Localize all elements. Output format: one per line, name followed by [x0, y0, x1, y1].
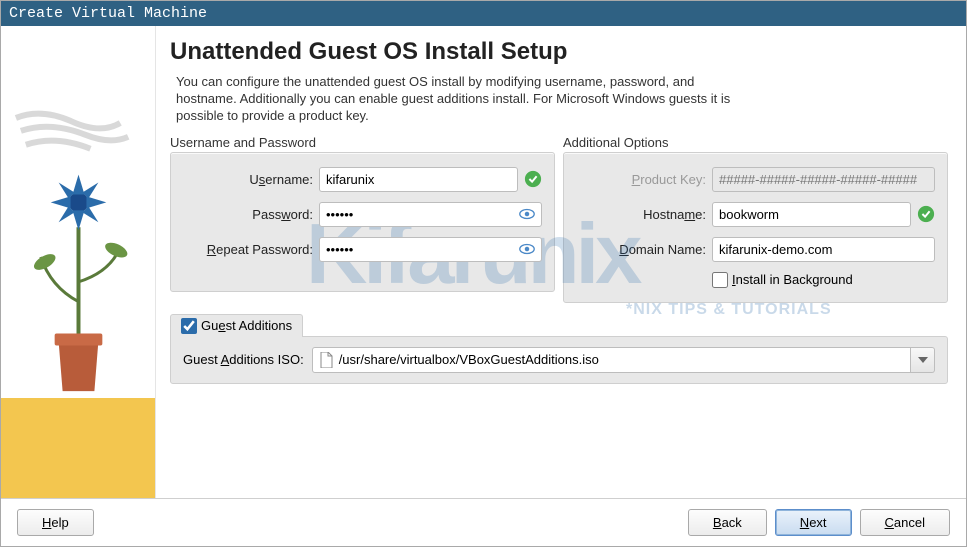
- create-vm-window: Create Virtual Machine: [0, 0, 967, 547]
- username-password-fieldset: Username: Password:: [170, 152, 555, 292]
- content-area: Kifarunix *NIX TIPS & TUTORIALS Unattend…: [1, 26, 966, 546]
- guest-additions-iso-label: Guest Additions ISO:: [183, 352, 304, 367]
- guest-additions-label[interactable]: Guest Additions: [201, 318, 292, 333]
- password-input[interactable]: [319, 202, 542, 227]
- flower-pot-illustration: [1, 26, 155, 498]
- additional-options-fieldset: Product Key: Hostname:: [563, 152, 948, 303]
- username-label: Username:: [183, 172, 313, 187]
- sidebar-illustration: [1, 26, 156, 498]
- reveal-password-icon[interactable]: [518, 205, 536, 223]
- guest-additions-section: Guest Additions Guest Additions ISO: /us…: [170, 313, 948, 384]
- hostname-input[interactable]: [712, 202, 911, 227]
- chevron-down-icon: [918, 357, 928, 363]
- file-icon: [319, 352, 333, 368]
- main-pane: Kifarunix *NIX TIPS & TUTORIALS Unattend…: [156, 26, 966, 498]
- domain-name-input[interactable]: [712, 237, 935, 262]
- password-label: Password:: [183, 207, 313, 222]
- guest-additions-iso-value: /usr/share/virtualbox/VBoxGuestAdditions…: [339, 352, 599, 367]
- cancel-button[interactable]: Cancel: [860, 509, 950, 536]
- next-button[interactable]: Next: [775, 509, 852, 536]
- repeat-password-label: Repeat Password:: [183, 242, 313, 257]
- guest-additions-iso-field[interactable]: /usr/share/virtualbox/VBoxGuestAdditions…: [312, 347, 911, 373]
- fieldsets-grid: Username and Password Username: Passwo: [170, 133, 948, 303]
- additional-options-legend: Additional Options: [563, 133, 948, 152]
- page-heading: Unattended Guest OS Install Setup: [170, 38, 948, 66]
- page-intro: You can configure the unattended guest O…: [170, 74, 750, 125]
- help-button[interactable]: Help: [17, 509, 94, 536]
- install-background-checkbox[interactable]: [712, 272, 728, 288]
- hostname-label: Hostname:: [576, 207, 706, 222]
- domain-name-label: Domain Name:: [576, 242, 706, 257]
- valid-check-icon: [524, 170, 542, 188]
- username-password-legend: Username and Password: [170, 133, 555, 152]
- window-title: Create Virtual Machine: [1, 1, 966, 26]
- product-key-label: Product Key:: [576, 172, 706, 187]
- top-pane: Kifarunix *NIX TIPS & TUTORIALS Unattend…: [1, 26, 966, 498]
- username-input[interactable]: [319, 167, 518, 192]
- repeat-password-input[interactable]: [319, 237, 542, 262]
- valid-hostname-icon: [917, 205, 935, 223]
- product-key-input: [712, 167, 935, 192]
- back-button[interactable]: Back: [688, 509, 767, 536]
- guest-additions-checkbox[interactable]: [181, 318, 197, 334]
- install-background-label[interactable]: Install in Background: [732, 272, 853, 287]
- reveal-repeat-password-icon[interactable]: [518, 240, 536, 258]
- footer: Help Back Next Cancel: [1, 498, 966, 546]
- guest-additions-iso-dropdown[interactable]: [911, 347, 935, 373]
